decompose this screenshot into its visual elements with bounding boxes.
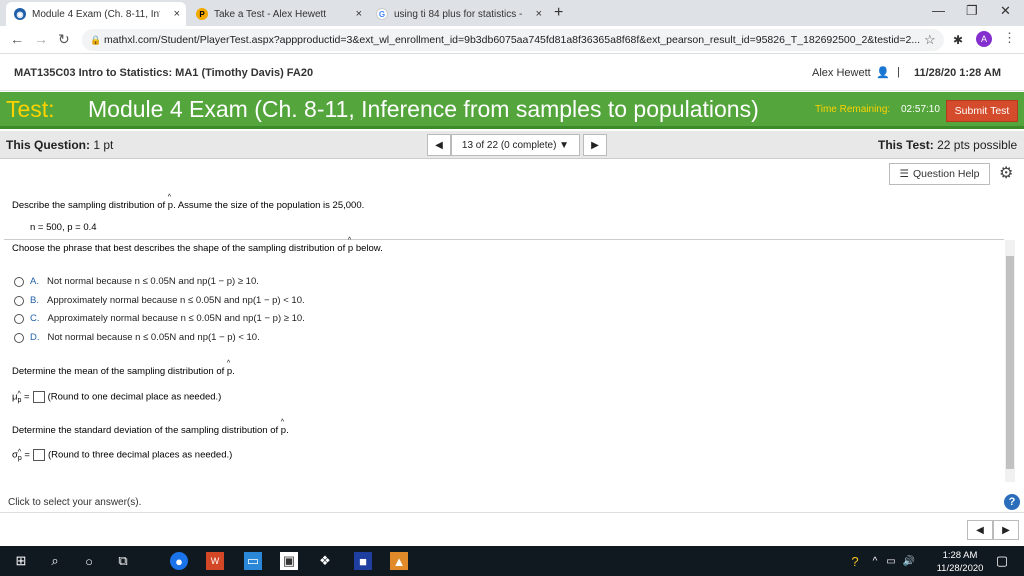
maximize-icon[interactable]: ❐ [966,3,978,19]
search-icon[interactable]: ⌕ [46,552,64,570]
browser-tab-take-test[interactable]: P Take a Test - Alex Hewett × [188,2,368,26]
list-icon: ☰ [899,168,909,180]
user-name[interactable]: Alex Hewett [812,67,871,79]
gear-icon[interactable]: ⚙ [999,163,1013,183]
course-title: MAT135C03 Intro to Statistics: MA1 (Timo… [14,67,314,79]
mean-answer-input[interactable] [32,391,45,403]
url-field[interactable]: 🔒 mathxl.com/Student/PlayerTest.aspx?app… [82,29,944,51]
time-remaining-value: 02:57:10 [901,104,940,115]
task-view-icon[interactable]: ⧉ [114,552,132,570]
next-button[interactable]: ▶ [993,520,1019,540]
mean-prompt: Determine the mean of the sampling distr… [12,360,235,377]
radio-button[interactable] [14,295,24,306]
reload-icon[interactable]: ↻ [58,31,70,48]
chrome-icon[interactable]: ● [170,552,188,570]
lock-icon: 🔒 [90,35,102,45]
option-b[interactable]: B. Approximately normal because n ≤ 0.05N… [14,295,305,306]
extensions-icon[interactable]: ✱ [953,33,963,47]
option-d[interactable]: D. Not normal because n ≤ 0.05N and np(1 … [14,332,260,343]
question-prompt: Describe the sampling distribution of p.… [12,194,364,211]
radio-button[interactable] [14,332,24,343]
new-tab-button[interactable]: + [554,4,563,22]
footer-instruction: Click to select your answer(s). [8,497,142,508]
google-icon: G [376,8,388,20]
bottom-nav-bar [0,512,1024,546]
sd-answer-row: σp =(Round to three decimal places as ne… [12,449,232,462]
sd-answer-input[interactable] [32,449,45,461]
option-c[interactable]: C. Approximately normal because n ≤ 0.05N… [14,313,305,324]
forward-icon[interactable]: → [34,31,48,47]
back-icon[interactable]: ← [10,31,24,47]
battery-icon[interactable]: ▭ [882,552,900,570]
windows-start-icon[interactable]: ⊞ [12,552,30,570]
tab-close-icon[interactable]: × [174,8,180,20]
radio-button[interactable] [14,313,24,324]
tab-title: Take a Test - Alex Hewett [214,8,327,20]
tab-title: using ti 84 plus for statistics - Go [394,8,522,20]
previous-question-button[interactable]: ◀ [427,134,451,156]
shape-prompt: Choose the phrase that best describes th… [12,237,383,254]
cortana-icon[interactable]: ○ [80,552,98,570]
pearson-p-icon: P [196,8,208,20]
course-datetime: 11/28/20 1:28 AM [914,67,1002,79]
tab-title: Module 4 Exam (Ch. 8-11, Infere [32,8,160,20]
tab-close-icon[interactable]: × [536,8,542,20]
sd-prompt: Determine the standard deviation of the … [12,419,289,436]
minimize-icon[interactable]: — [932,3,945,18]
question-params: n = 500, p = 0.4 [30,222,97,233]
mean-answer-row: μp =(Round to one decimal place as neede… [12,391,221,404]
help-icon[interactable]: ? [1004,494,1020,510]
app-icon[interactable]: ■ [354,552,372,570]
divider [4,239,1004,240]
option-a[interactable]: A. Not normal because n ≤ 0.05N and np(1 … [14,276,259,287]
word-icon[interactable]: W [206,552,224,570]
browser-tab-module-exam[interactable]: ◉ Module 4 Exam (Ch. 8-11, Infere × [6,2,186,26]
test-name: Module 4 Exam (Ch. 8-11, Inference from … [88,96,759,122]
file-explorer-icon[interactable]: ▭ [244,552,262,570]
tab-close-icon[interactable]: × [356,8,362,20]
course-header: MAT135C03 Intro to Statistics: MA1 (Timo… [0,55,1024,91]
pearson-icon: ◉ [14,8,26,20]
this-question-label: This Question: 1 pt [6,138,114,152]
previous-button[interactable]: ◀ [967,520,993,540]
photos-icon[interactable]: ▲ [390,552,408,570]
user-icon[interactable]: 👤 [876,66,890,79]
browser-menu-icon[interactable]: ⋮ [1003,30,1016,46]
notification-help-icon[interactable]: ? [846,552,864,570]
question-selector[interactable]: 13 of 22 (0 complete) ▼ [451,134,580,156]
next-question-button[interactable]: ▶ [583,134,607,156]
browser-tab-google-search[interactable]: G using ti 84 plus for statistics - Go × [368,2,548,26]
test-points: This Test: 22 pts possible [878,138,1018,152]
time-remaining-label: Time Remaining: [815,104,891,115]
question-help-button[interactable]: ☰ Question Help [889,163,990,185]
close-window-icon[interactable]: ✕ [1000,3,1011,19]
scrollbar-thumb[interactable] [1006,256,1014,469]
profile-avatar[interactable]: A [976,31,992,47]
url-text: mathxl.com/Student/PlayerTest.aspx?apppr… [104,34,921,46]
separator: | [897,66,900,78]
taskbar-clock[interactable]: 1:28 AM 11/28/2020 [932,549,988,575]
volume-icon[interactable]: 🔊 [900,552,918,570]
bookmark-star-icon[interactable]: ☆ [924,32,936,48]
store-icon[interactable]: ▣ [280,552,298,570]
action-center-icon[interactable]: ▢ [993,552,1011,570]
test-label: Test: [6,96,55,122]
submit-test-button[interactable]: Submit Test [946,100,1018,122]
test-title-bar: Test: Module 4 Exam (Ch. 8-11, Inference… [0,92,1024,129]
radio-button[interactable] [14,276,24,287]
dropbox-icon[interactable]: ❖ [316,552,334,570]
